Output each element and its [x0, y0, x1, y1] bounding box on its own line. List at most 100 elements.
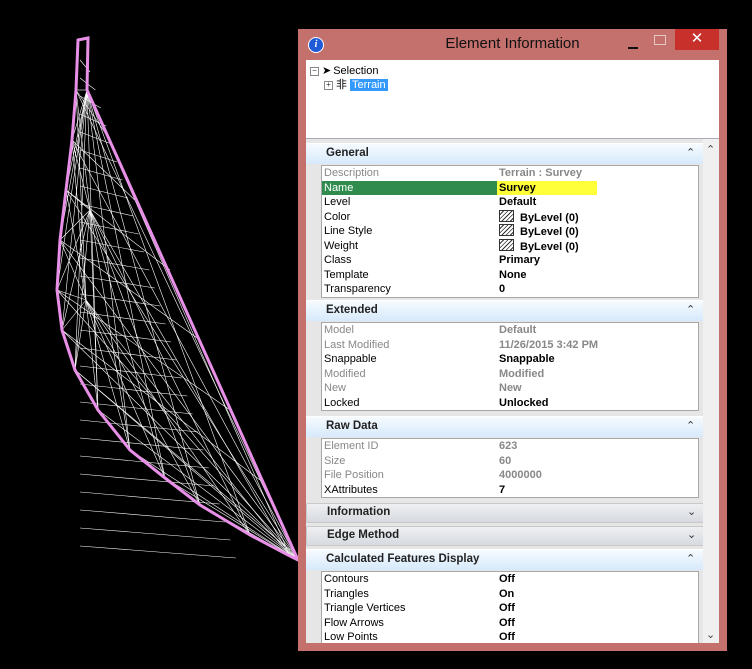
scroll-down-icon[interactable]: ⌄ [706, 628, 715, 641]
mesh-edge [65, 189, 299, 561]
property-row[interactable]: Element ID 623 [322, 439, 698, 454]
property-key: Modified [324, 367, 366, 380]
property-value: On [499, 587, 515, 600]
property-row[interactable]: Flow Arrows Off [322, 616, 698, 631]
section-calculated-features-header[interactable]: Calculated Features Display ⌃ [306, 549, 703, 570]
property-row[interactable]: Transparency 0 [322, 282, 698, 297]
property-row[interactable]: Modified Modified [322, 367, 698, 382]
section-raw-data-header[interactable]: Raw Data ⌃ [306, 416, 703, 437]
property-key: Model [324, 324, 354, 336]
property-value: Modified [499, 367, 545, 380]
mesh-edge [56, 289, 299, 561]
property-row[interactable]: Weight ByLevel (0) [322, 238, 698, 254]
property-value: 623 [499, 440, 518, 452]
mesh-edge [79, 545, 236, 559]
scroll-up-icon[interactable]: ⌃ [706, 143, 715, 156]
property-row[interactable]: Line Style ByLevel (0) [322, 224, 698, 239]
property-value: None [499, 268, 527, 281]
arrow-cursor-icon: ➤ [322, 65, 332, 77]
maximize-button[interactable] [654, 35, 666, 45]
extended-grid: Model Default Last Modified 11/26/2015 3:42… [321, 322, 699, 411]
terrain-triangles [56, 59, 299, 561]
chevron-up-icon[interactable]: ⌃ [686, 552, 695, 565]
section-extended-title: Extended [326, 304, 378, 316]
property-row[interactable]: Name Survey [322, 180, 698, 195]
property-value: Off [499, 602, 515, 614]
section-general-header[interactable]: General ⌃ [306, 143, 703, 164]
tree-item-selection-label: Selection [333, 65, 379, 77]
mesh-edge [59, 239, 201, 341]
property-key: Weight [324, 239, 359, 252]
terrain-wireframe-view[interactable] [0, 0, 300, 669]
property-row[interactable]: New New [322, 381, 698, 396]
minimize-button[interactable] [626, 37, 640, 51]
mesh-edge [74, 369, 291, 551]
chevron-up-icon[interactable]: ⌃ [686, 146, 695, 159]
property-row[interactable]: Last Modified 11/26/2015 3:42 PM [322, 338, 698, 353]
property-row[interactable]: Contours Off [322, 572, 698, 587]
mesh-edge [79, 509, 226, 523]
property-value: 7 [499, 483, 506, 496]
property-row[interactable]: Template None [322, 268, 698, 283]
element-information-window: i Element Information ✕ − ➤ Selection + ⾮ Te… [298, 29, 727, 651]
property-row[interactable]: Color ByLevel (0) [322, 209, 698, 225]
property-key: XAttributes [324, 483, 378, 496]
mesh-edge [79, 221, 139, 235]
property-key: Snappable [324, 353, 377, 365]
property-row[interactable]: Description Terrain : Survey [322, 166, 698, 181]
property-value-text: ByLevel (0) [520, 211, 579, 224]
mesh-edge [59, 239, 299, 561]
property-value: Off [499, 616, 515, 629]
property-row[interactable]: Class Primary [322, 253, 698, 268]
chevron-up-icon[interactable]: ⌃ [686, 303, 695, 316]
property-value: Primary [499, 254, 540, 266]
section-information-header[interactable]: Information ⌄ [306, 503, 705, 523]
selection-tree: − ➤ Selection + ⾮ Terrain [306, 60, 719, 139]
property-key: Triangles [324, 587, 369, 600]
mesh-edge [79, 185, 128, 199]
mesh-edge [79, 347, 177, 361]
section-edge-method-header[interactable]: Edge Method ⌄ [306, 526, 705, 546]
property-value: 60 [499, 454, 512, 467]
tree-item-selection[interactable]: − ➤ Selection [310, 64, 378, 78]
property-value: Default [499, 324, 537, 336]
property-row[interactable]: Size 60 [322, 454, 698, 469]
property-row[interactable]: Model Default [322, 323, 698, 338]
expand-icon[interactable]: + [324, 81, 333, 90]
property-row[interactable]: Triangles On [322, 587, 698, 602]
mesh-edge [89, 209, 166, 479]
property-key: Element ID [324, 440, 379, 452]
section-calculated-features-title: Calculated Features Display [326, 553, 480, 565]
tree-item-terrain[interactable]: + ⾮ Terrain [324, 78, 388, 92]
chevron-down-icon[interactable]: ⌄ [687, 528, 696, 541]
general-grid: Description Terrain : Survey Name Survey Lev… [321, 165, 699, 298]
mesh-edge [74, 209, 91, 371]
collapse-icon[interactable]: − [310, 67, 319, 76]
property-key: Last Modified [324, 338, 390, 351]
title-bar[interactable]: i Element Information ✕ [298, 29, 727, 59]
property-row[interactable]: Low Points Off [322, 630, 698, 643]
chevron-down-icon[interactable]: ⌄ [687, 505, 696, 518]
mesh-edge [79, 527, 231, 541]
property-row[interactable]: Locked Unlocked [322, 396, 698, 411]
property-key: Level [324, 196, 351, 208]
property-row[interactable]: Triangle Vertices Off [322, 601, 698, 616]
property-key: Contours [324, 573, 369, 585]
terrain-boundary [55, 36, 300, 563]
property-row[interactable]: File Position 4000000 [322, 468, 698, 483]
property-row[interactable]: Snappable Snappable [322, 352, 698, 367]
vertical-scrollbar[interactable]: ⌃ ⌄ [703, 139, 719, 643]
chevron-up-icon[interactable]: ⌃ [686, 419, 695, 432]
property-value: 4000000 [499, 469, 542, 481]
property-value-text: ByLevel (0) [520, 226, 579, 238]
section-raw-data-title: Raw Data [326, 420, 378, 432]
property-key: Triangle Vertices [324, 602, 406, 614]
close-button[interactable]: ✕ [675, 29, 719, 50]
property-value: 11/26/2015 3:42 PM [499, 338, 599, 351]
mesh-edge [79, 473, 215, 487]
section-extended-header[interactable]: Extended ⌃ [306, 300, 703, 321]
properties-panel: General ⌃ Description Terrain : Survey Nam… [306, 139, 705, 643]
property-value: New [499, 382, 522, 394]
property-row[interactable]: XAttributes 7 [322, 483, 698, 498]
property-row[interactable]: Level Default [322, 195, 698, 210]
